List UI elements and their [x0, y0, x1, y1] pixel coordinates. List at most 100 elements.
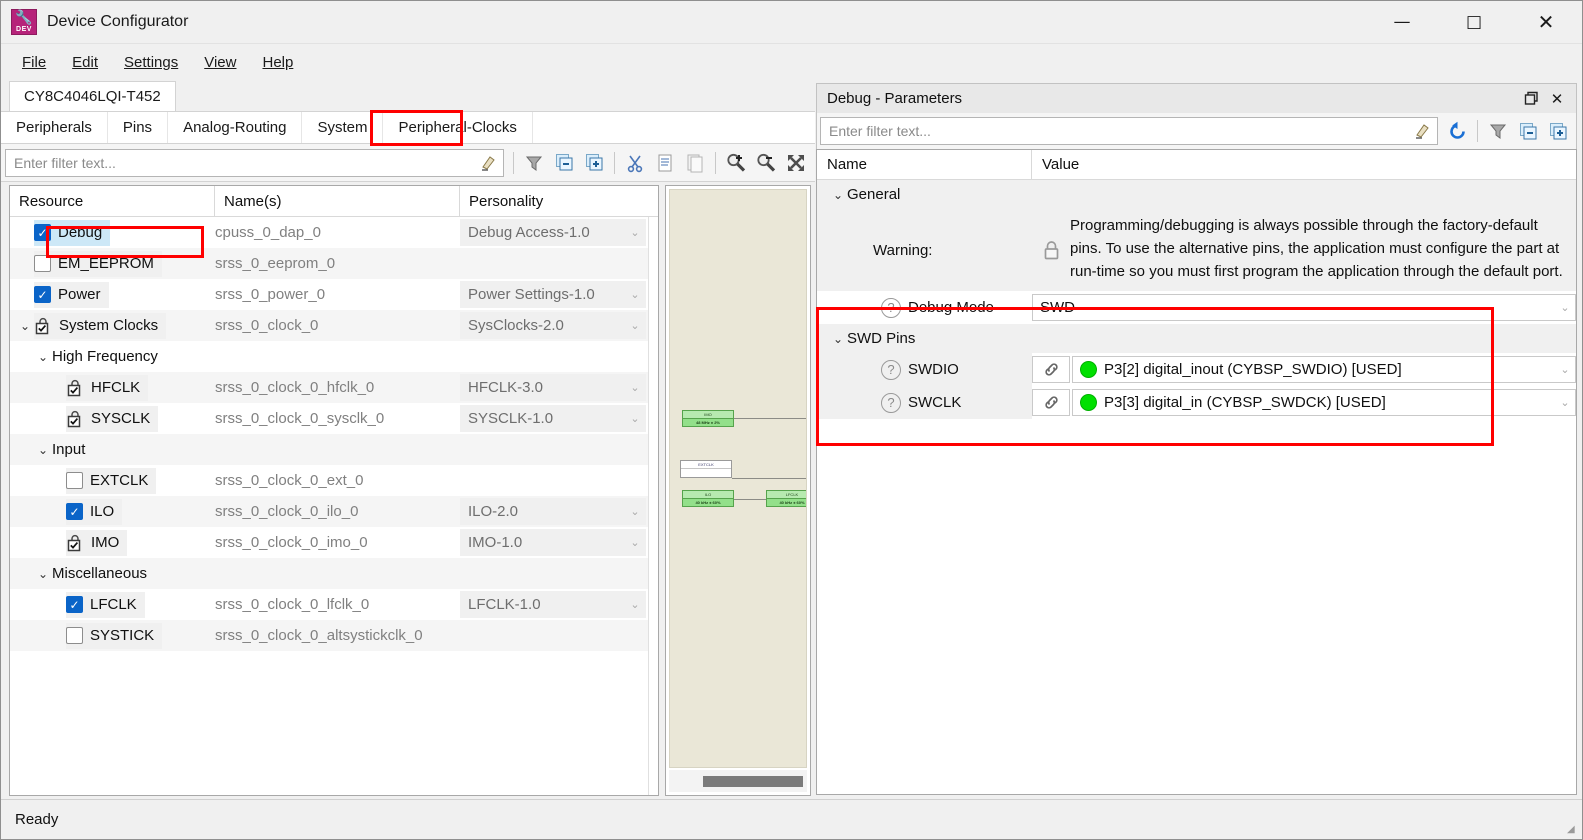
tree-resource-item[interactable]: EM_EEPROM	[34, 250, 162, 277]
checkbox-unchecked[interactable]	[66, 627, 83, 644]
tree-cell-name[interactable]	[215, 434, 460, 465]
parameter-row-swclk[interactable]: ? SWCLK P3[3] digital_in (CYBSP_SWDCK) […	[817, 386, 1576, 420]
table-row[interactable]: EM_EEPROM srss_0_eeprom_0	[10, 248, 658, 279]
menu-edit[interactable]: Edit	[59, 50, 111, 75]
table-row[interactable]: ⌄ System Clocks srss_0_clock_0 SysClocks-2.…	[10, 310, 658, 341]
paste-icon[interactable]	[680, 149, 710, 177]
tree-cell-resource[interactable]: ⌄ High Frequency	[10, 341, 215, 372]
tree-column-personality[interactable]: Personality	[460, 186, 658, 216]
tree-cell-personality[interactable]	[460, 341, 658, 372]
tree-cell-resource[interactable]: EM_EEPROM	[10, 248, 215, 279]
tree-cell-name[interactable]	[215, 341, 460, 372]
locked-checkbox-icon[interactable]	[34, 317, 52, 335]
chevron-down-icon[interactable]: ⌄	[627, 381, 643, 394]
tree-cell-resource[interactable]: ⌄ Input	[10, 434, 215, 465]
tree-cell-resource[interactable]: EXTCLK	[10, 465, 215, 496]
help-icon[interactable]: ?	[881, 392, 901, 413]
parameter-row-swdio[interactable]: ? SWDIO P3[2] digital_inout (CYBSP_SWDIO…	[817, 353, 1576, 387]
tree-cell-name[interactable]: srss_0_clock_0	[215, 310, 460, 341]
tree-cell-resource[interactable]: ✓ ILO	[10, 496, 215, 527]
tree-resource-item[interactable]: SYSTICK	[66, 622, 163, 649]
tab-peripheral-clocks[interactable]: Peripheral-Clocks	[383, 112, 533, 143]
tree-cell-name[interactable]: srss_0_clock_0_ilo_0	[215, 496, 460, 527]
tree-cell-name[interactable]: srss_0_eeprom_0	[215, 248, 460, 279]
menu-file[interactable]: File	[9, 50, 59, 75]
tree-cell-personality[interactable]: LFCLK-1.0 ⌄	[460, 589, 658, 620]
chevron-down-icon[interactable]: ⌄	[1557, 363, 1573, 376]
diagram-scroll-thumb[interactable]	[703, 775, 803, 787]
personality-dropdown[interactable]: Power Settings-1.0 ⌄	[460, 281, 646, 308]
tab-pins[interactable]: Pins	[108, 112, 169, 143]
tab-system[interactable]: System	[302, 112, 384, 143]
link-icon[interactable]	[1032, 356, 1070, 384]
tree-resource-item[interactable]: SYSCLK	[66, 405, 159, 432]
tree-cell-personality[interactable]: IMO-1.0 ⌄	[460, 527, 658, 558]
personality-dropdown[interactable]: LFCLK-1.0 ⌄	[460, 591, 646, 618]
clock-diagram-canvas[interactable]: Sel IMO 48 MHz ± 2% EXTCLK ILO 40 kHz ± …	[669, 189, 807, 768]
tree-cell-personality[interactable]	[460, 465, 658, 496]
table-row[interactable]: SYSTICK srss_0_clock_0_altsystickclk_0	[10, 620, 658, 651]
checkbox-checked[interactable]: ✓	[66, 503, 83, 520]
chevron-down-icon[interactable]: ⌄	[627, 505, 643, 518]
close-icon[interactable]: ✕	[1544, 87, 1570, 111]
personality-dropdown[interactable]: ILO-2.0 ⌄	[460, 498, 646, 525]
tree-cell-resource[interactable]: SYSCLK	[10, 403, 215, 434]
personality-dropdown[interactable]: SysClocks-2.0 ⌄	[460, 312, 646, 339]
tree-resource-item[interactable]: EXTCLK	[66, 467, 157, 494]
chevron-down-icon[interactable]: ⌄	[1557, 301, 1573, 314]
table-row[interactable]: ⌄ Input	[10, 434, 658, 465]
chevron-down-icon[interactable]: ⌄	[34, 567, 52, 581]
table-row[interactable]: ⌄ High Frequency	[10, 341, 658, 372]
swdio-dropdown[interactable]: P3[2] digital_inout (CYBSP_SWDIO) [USED]…	[1072, 356, 1576, 384]
clear-filter-icon[interactable]	[1411, 120, 1433, 142]
menu-view[interactable]: View	[191, 50, 249, 75]
table-row[interactable]: EXTCLK srss_0_clock_0_ext_0	[10, 465, 658, 496]
tree-cell-name[interactable]	[215, 558, 460, 589]
fit-to-window-icon[interactable]	[781, 149, 811, 177]
swclk-dropdown[interactable]: P3[3] digital_in (CYBSP_SWDCK) [USED] ⌄	[1072, 389, 1576, 417]
parameters-column-value[interactable]: Value	[1032, 150, 1576, 179]
checkbox-checked[interactable]: ✓	[34, 224, 51, 241]
parameters-filter-input[interactable]: Enter filter text...	[820, 117, 1438, 145]
tree-cell-name[interactable]: srss_0_clock_0_lfclk_0	[215, 589, 460, 620]
personality-dropdown[interactable]: IMO-1.0 ⌄	[460, 529, 646, 556]
chevron-down-icon[interactable]: ⌄	[1557, 396, 1573, 409]
tree-vertical-scrollbar[interactable]	[648, 217, 658, 795]
locked-checkbox-icon[interactable]	[66, 379, 84, 397]
parameters-group-general[interactable]: ⌄ General	[817, 180, 1576, 209]
tree-cell-name[interactable]: srss_0_clock_0_ext_0	[215, 465, 460, 496]
tree-resource-item[interactable]: ✓ LFCLK	[66, 591, 145, 618]
expand-all-icon[interactable]	[1543, 117, 1573, 145]
tree-cell-resource[interactable]: ⌄ System Clocks	[10, 310, 215, 341]
tree-cell-resource[interactable]: HFCLK	[10, 372, 215, 403]
tree-cell-name[interactable]: srss_0_clock_0_hfclk_0	[215, 372, 460, 403]
filter-icon[interactable]	[1483, 117, 1513, 145]
tree-cell-resource[interactable]: SYSTICK	[10, 620, 215, 651]
chevron-down-icon[interactable]: ⌄	[627, 598, 643, 611]
tree-cell-name[interactable]: srss_0_clock_0_sysclk_0	[215, 403, 460, 434]
tree-cell-personality[interactable]	[460, 558, 658, 589]
maximize-button[interactable]: □	[1438, 1, 1510, 44]
table-row[interactable]: ✓ ILO srss_0_clock_0_ilo_0 ILO-2.0 ⌄	[10, 496, 658, 527]
tree-cell-personality[interactable]: HFCLK-3.0 ⌄	[460, 372, 658, 403]
tab-analog-routing[interactable]: Analog-Routing	[168, 112, 303, 143]
checkbox-unchecked[interactable]	[34, 255, 51, 272]
close-button[interactable]: ✕	[1510, 1, 1582, 44]
chevron-down-icon[interactable]: ⌄	[627, 226, 643, 239]
tree-cell-personality[interactable]: SysClocks-2.0 ⌄	[460, 310, 658, 341]
expand-all-icon[interactable]	[579, 149, 609, 177]
tree-column-names[interactable]: Name(s)	[215, 186, 460, 216]
chevron-down-icon[interactable]: ⌄	[829, 332, 847, 346]
chevron-down-icon[interactable]: ⌄	[34, 350, 52, 364]
parameter-row-debug-mode[interactable]: ? Debug Mode SWD ⌄	[817, 291, 1576, 324]
resize-grip[interactable]: ◢	[1567, 824, 1579, 836]
table-row[interactable]: HFCLK srss_0_clock_0_hfclk_0 HFCLK-3.0 ⌄	[10, 372, 658, 403]
tree-column-resource[interactable]: Resource	[10, 186, 215, 216]
tree-resource-item[interactable]: IMO	[66, 529, 128, 556]
table-row[interactable]: ✓ LFCLK srss_0_clock_0_lfclk_0 LFCLK-1.0 ⌄	[10, 589, 658, 620]
tree-cell-resource[interactable]: ⌄ Miscellaneous	[10, 558, 215, 589]
tree-cell-personality[interactable]	[460, 248, 658, 279]
help-icon[interactable]: ?	[881, 359, 901, 380]
cut-icon[interactable]	[620, 149, 650, 177]
tab-peripherals[interactable]: Peripherals	[1, 112, 108, 143]
